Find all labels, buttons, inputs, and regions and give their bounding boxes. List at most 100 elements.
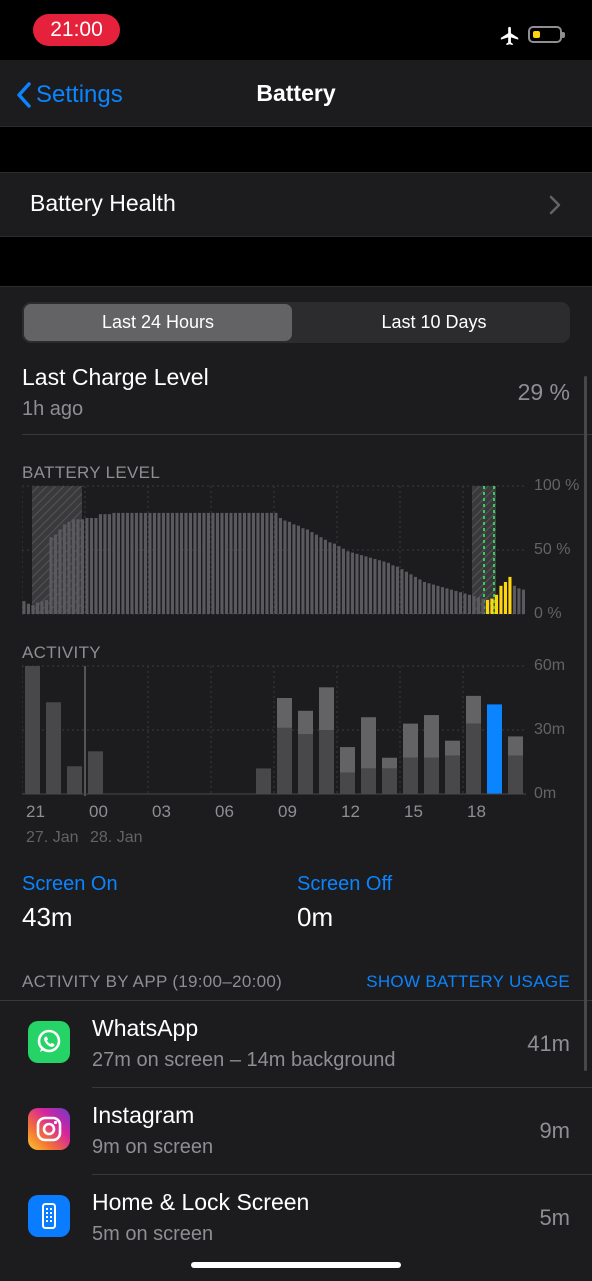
battery-bar	[238, 512, 242, 614]
last-charge-title: Last Charge Level	[22, 364, 209, 390]
battery-bar	[404, 571, 408, 614]
activity-bar-screen-on	[88, 751, 103, 794]
screen-off-label: Screen Off	[297, 873, 393, 895]
battery-bar	[31, 605, 35, 614]
activity-bar-screen-off	[382, 757, 397, 769]
battery-bar	[341, 548, 345, 614]
battery-bar	[472, 596, 476, 614]
battery-bar	[175, 512, 179, 614]
app-name: Instagram	[92, 1102, 195, 1128]
battery-bar	[44, 599, 48, 614]
tick-label: 09	[278, 802, 297, 821]
battery-bar	[283, 520, 287, 614]
usage-card: Last 24 Hours Last 10 Days Last Charge L…	[0, 286, 592, 1281]
activity-bar-screen-off	[298, 710, 313, 735]
battery-bar	[247, 512, 251, 614]
app-detail: 5m on screen	[92, 1223, 214, 1245]
battery-bar	[143, 512, 147, 614]
battery-bar	[274, 512, 278, 614]
battery-bar	[521, 589, 525, 614]
activity-bar-screen-on	[487, 704, 502, 794]
battery-bar	[386, 562, 390, 614]
battery-bar	[62, 524, 66, 614]
tick-label: 21	[26, 802, 45, 821]
battery-bar	[197, 512, 201, 614]
battery-bar	[292, 524, 296, 614]
battery-bar	[476, 597, 480, 614]
battery-bar	[215, 512, 219, 614]
battery-bar	[265, 512, 269, 614]
battery-bar	[499, 585, 503, 614]
battery-bar	[440, 587, 444, 614]
battery-bar	[431, 584, 435, 614]
show-battery-usage-link[interactable]: SHOW BATTERY USAGE	[366, 972, 570, 992]
battery-bar	[449, 589, 453, 614]
battery-bar	[67, 521, 71, 614]
battery-bar	[206, 512, 210, 614]
activity-bar-screen-on	[340, 772, 355, 794]
battery-bar	[458, 592, 462, 614]
battery-bar	[328, 542, 332, 614]
battery-bar	[260, 512, 264, 614]
battery-bar	[409, 574, 413, 614]
last-charge-value: 29 %	[517, 379, 570, 405]
battery-bar	[463, 593, 467, 614]
battery-axis-100: 100 %	[534, 477, 580, 494]
activity-bar-screen-on	[361, 768, 376, 794]
scrollbar[interactable]	[584, 376, 587, 1071]
battery-bar	[58, 529, 62, 614]
home-indicator[interactable]	[191, 1262, 401, 1268]
activity-bar-screen-on	[403, 757, 418, 794]
battery-bar	[251, 512, 255, 614]
tick-label: 15	[404, 802, 423, 821]
battery-bar	[166, 512, 170, 614]
phone-icon	[28, 1195, 70, 1237]
battery-bar	[184, 512, 188, 614]
battery-bar	[85, 518, 89, 614]
battery-bar	[211, 512, 215, 614]
activity-bar-screen-on	[382, 768, 397, 794]
screen-on-label: Screen On	[22, 873, 118, 895]
battery-bar	[152, 512, 156, 614]
battery-bar	[130, 512, 134, 614]
app-detail: 9m on screen	[92, 1136, 214, 1158]
battery-bar	[350, 552, 354, 614]
tick-label: 00	[89, 802, 108, 821]
last-charge-time: 1h ago	[22, 398, 84, 420]
battery-bar	[310, 532, 314, 614]
battery-bar	[40, 601, 44, 614]
battery-bar	[116, 512, 120, 614]
app-row-whatsapp[interactable]: WhatsApp 27m on screen – 14m background …	[0, 1001, 592, 1088]
activity-bar-screen-off	[445, 740, 460, 756]
tick-label: 06	[215, 802, 234, 821]
battery-bar	[170, 512, 174, 614]
battery-bar	[391, 565, 395, 614]
battery-bar	[229, 512, 233, 614]
activity-bar-screen-on	[319, 730, 334, 794]
activity-bar-screen-off	[403, 723, 418, 758]
battery-bar	[134, 512, 138, 614]
tab-last-10-days[interactable]: Last 10 Days	[300, 304, 568, 341]
battery-bar	[179, 512, 183, 614]
battery-bar	[481, 598, 485, 614]
app-usage-time: 41m	[527, 1031, 570, 1056]
screen-off-value: 0m	[297, 902, 334, 932]
battery-bar	[301, 528, 305, 614]
activity-bar-screen-off	[508, 736, 523, 756]
battery-bar	[80, 519, 84, 614]
battery-bar	[71, 519, 75, 614]
activity-bar-screen-on	[277, 727, 292, 794]
battery-health-row[interactable]: Battery Health	[0, 172, 592, 237]
battery-health-label: Battery Health	[30, 190, 176, 216]
tab-last-24-hours[interactable]: Last 24 Hours	[24, 304, 292, 341]
battery-bar	[332, 543, 336, 614]
battery-bar	[224, 512, 228, 614]
battery-bar	[76, 519, 80, 614]
activity-bar-screen-on	[466, 723, 481, 794]
app-row-instagram[interactable]: Instagram 9m on screen 9m	[0, 1088, 592, 1175]
battery-bar	[368, 557, 372, 614]
battery-bar	[517, 588, 521, 614]
battery-bar	[508, 576, 512, 614]
app-row-home-lock-screen[interactable]: Home & Lock Screen 5m on screen 5m	[0, 1175, 592, 1262]
period-segmented-control: Last 24 Hours Last 10 Days	[22, 302, 570, 343]
